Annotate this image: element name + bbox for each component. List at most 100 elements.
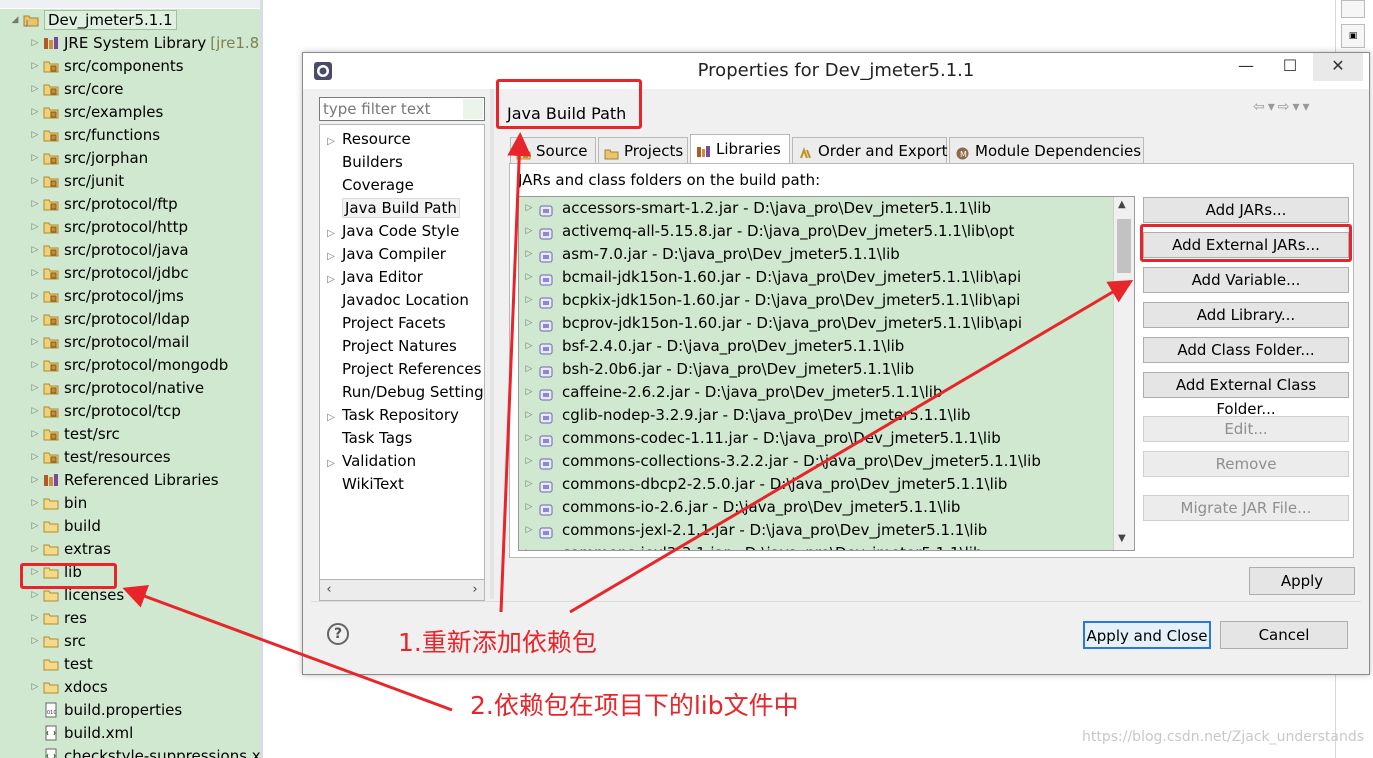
tree-item[interactable]: ▷ xdocs xyxy=(30,676,108,698)
list-item[interactable]: ▷ accessors-smart-1.2.jar - D:\java_pro\D… xyxy=(519,197,991,220)
tree-item[interactable]: ▷ src/protocol/tcp xyxy=(30,400,181,422)
tree-item[interactable]: ▷ JRE System Library [jre1.8. xyxy=(30,32,260,54)
collapsed-arrow-icon[interactable]: ▷ xyxy=(30,308,40,330)
outline-view-icon[interactable] xyxy=(1341,0,1365,18)
collapsed-arrow-icon[interactable]: ▷ xyxy=(30,354,40,376)
tree-item[interactable]: ▷ bin xyxy=(30,492,88,514)
maximize-button[interactable]: ☐ xyxy=(1267,53,1313,81)
collapsed-arrow-icon[interactable]: ▷ xyxy=(30,400,40,422)
list-item[interactable]: ▷ bsf-2.4.0.jar - D:\java_pro\Dev_jmeter5… xyxy=(519,335,905,358)
list-item[interactable]: ▷ bsh-2.0b6.jar - D:\java_pro\Dev_jmeter5… xyxy=(519,358,915,381)
cancel-button[interactable]: Cancel xyxy=(1220,621,1348,649)
collapsed-arrow-icon[interactable]: ▷ xyxy=(30,377,40,399)
collapsed-arrow-icon[interactable]: ▷ xyxy=(519,427,539,450)
tree-item[interactable]: ▷ src/protocol/native xyxy=(30,377,205,399)
list-item[interactable]: ▷ bcpkix-jdk15on-1.60.jar - D:\java_pro\D… xyxy=(519,289,1021,312)
collapsed-arrow-icon[interactable]: ▷ xyxy=(30,492,40,514)
minimize-button[interactable]: — xyxy=(1223,53,1269,81)
collapsed-arrow-icon[interactable]: ▷ xyxy=(30,331,40,353)
nav-item-java-build-path[interactable]: Java Build Path xyxy=(320,197,484,220)
collapsed-arrow-icon[interactable]: ▷ xyxy=(519,404,539,427)
list-item[interactable]: ▷ commons-collections-3.2.2.jar - D:\java… xyxy=(519,450,1041,473)
collapsed-arrow-icon[interactable]: ▷ xyxy=(519,519,539,542)
collapsed-arrow-icon[interactable]: ▷ xyxy=(519,473,539,496)
collapsed-arrow-icon[interactable]: ▷ xyxy=(30,147,40,169)
tree-item[interactable]: ▷ build xyxy=(30,515,101,537)
list-item[interactable]: ▷ commons-jexl3-3.1.jar - D:\java_pro\Dev… xyxy=(519,542,983,550)
nav-item-java-code-style[interactable]: ▷ Java Code Style xyxy=(320,220,484,243)
tree-item[interactable]: 010 build.properties xyxy=(30,699,182,721)
dialog-sash[interactable] xyxy=(490,89,494,599)
collapsed-arrow-icon[interactable]: ▷ xyxy=(320,268,342,289)
nav-item-wikitext[interactable]: WikiText xyxy=(320,473,484,496)
edit-button[interactable]: Edit... xyxy=(1143,416,1349,442)
tree-item[interactable]: ▷ src/junit xyxy=(30,170,125,192)
tree-item[interactable]: ▷ src/protocol/jdbc xyxy=(30,262,189,284)
nav-item-validation[interactable]: ▷ Validation xyxy=(320,450,484,473)
scroll-down-icon[interactable]: ▼ xyxy=(1118,533,1126,544)
property-page-tree[interactable]: ▷ Resource Builders Coverage Java Build Path… xyxy=(319,124,485,602)
dialog-title-bar[interactable]: Properties for Dev_jmeter5.1.1 — ☐ ✕ xyxy=(303,53,1369,89)
scroll-right-icon[interactable]: › xyxy=(466,580,484,600)
nav-item-project-references[interactable]: Project References xyxy=(320,358,484,381)
collapsed-arrow-icon[interactable]: ▷ xyxy=(30,193,40,215)
collapsed-arrow-icon[interactable]: ▷ xyxy=(30,170,40,192)
list-item[interactable]: ▷ cglib-nodep-3.2.9.jar - D:\java_pro\Dev… xyxy=(519,404,971,427)
help-icon[interactable]: ? xyxy=(327,623,349,645)
tab-projects[interactable]: Projects xyxy=(598,137,688,164)
list-item[interactable]: ▷ asm-7.0.jar - D:\java_pro\Dev_jmeter5.1… xyxy=(519,243,900,266)
add-jars-button[interactable]: Add JARs... xyxy=(1143,197,1349,223)
remove-button[interactable]: Remove xyxy=(1143,451,1349,477)
view-divider[interactable] xyxy=(260,0,263,758)
list-item[interactable]: ▷ commons-jexl-2.1.1.jar - D:\java_pro\De… xyxy=(519,519,988,542)
collapsed-arrow-icon[interactable]: ▷ xyxy=(320,222,342,243)
migrate-jar-button[interactable]: Migrate JAR File... xyxy=(1143,495,1349,521)
add-library-button[interactable]: Add Library... xyxy=(1143,302,1349,328)
tree-item[interactable]: ▷ src/jorphan xyxy=(30,147,149,169)
tree-item[interactable]: ▷ src/core xyxy=(30,78,124,100)
collapsed-arrow-icon[interactable]: ▷ xyxy=(30,55,40,77)
nav-item-task-repository[interactable]: ▷ Task Repository xyxy=(320,404,484,427)
apply-and-close-button[interactable]: Apply and Close xyxy=(1083,621,1211,649)
nav-item-builders[interactable]: Builders xyxy=(320,151,484,174)
tree-item[interactable]: checkstyle-suppressions.x xyxy=(30,745,260,758)
tree-item[interactable]: ▷ src/protocol/mail xyxy=(30,331,190,353)
collapsed-arrow-icon[interactable]: ▷ xyxy=(320,406,342,427)
collapsed-arrow-icon[interactable]: ▷ xyxy=(320,130,342,151)
add-external-class-folder-button[interactable]: Add External Class Folder... xyxy=(1143,372,1349,418)
tab-order-and-export[interactable]: Order and Export xyxy=(792,137,948,164)
tree-item[interactable]: ▷ src/functions xyxy=(30,124,161,146)
collapsed-arrow-icon[interactable]: ▷ xyxy=(519,243,539,266)
collapsed-arrow-icon[interactable]: ▷ xyxy=(519,496,539,519)
restore-view-icon[interactable]: ▣ xyxy=(1341,24,1365,48)
nav-item-coverage[interactable]: Coverage xyxy=(320,174,484,197)
nav-item-java-editor[interactable]: ▷ Java Editor xyxy=(320,266,484,289)
collapsed-arrow-icon[interactable]: ▷ xyxy=(30,676,40,698)
collapsed-arrow-icon[interactable]: ▷ xyxy=(30,101,40,123)
tree-item[interactable]: ▷ Referenced Libraries xyxy=(30,469,219,491)
collapsed-arrow-icon[interactable]: ▷ xyxy=(519,358,539,381)
tree-item[interactable]: ▷ src/protocol/ftp xyxy=(30,193,178,215)
tree-item[interactable]: ▷ res xyxy=(30,607,87,629)
tab-libraries[interactable]: Libraries xyxy=(690,134,790,164)
list-item[interactable]: ▷ bcprov-jdk15on-1.60.jar - D:\java_pro\D… xyxy=(519,312,1023,335)
collapsed-arrow-icon[interactable]: ▷ xyxy=(30,216,40,238)
tree-item[interactable]: ▷ test/resources xyxy=(30,446,171,468)
collapsed-arrow-icon[interactable]: ▷ xyxy=(320,452,342,473)
nav-item-task-tags[interactable]: Task Tags xyxy=(320,427,484,450)
filter-input[interactable] xyxy=(319,97,485,121)
list-item[interactable]: ▷ activemq-all-5.15.8.jar - D:\java_pro\D… xyxy=(519,220,1015,243)
list-item[interactable]: ▷ caffeine-2.6.2.jar - D:\java_pro\Dev_jm… xyxy=(519,381,943,404)
jar-list-scrollbar[interactable]: ▲ ▼ xyxy=(1113,197,1134,550)
tree-item[interactable]: ▷ src/protocol/jms xyxy=(30,285,184,307)
tree-item[interactable]: ▷ src/examples xyxy=(30,101,164,123)
nav-item-java-compiler[interactable]: ▷ Java Compiler xyxy=(320,243,484,266)
collapsed-arrow-icon[interactable]: ▷ xyxy=(30,538,40,560)
collapsed-arrow-icon[interactable]: ▷ xyxy=(519,197,539,220)
collapsed-arrow-icon[interactable]: ▷ xyxy=(519,289,539,312)
clear-filter-icon[interactable] xyxy=(463,99,483,119)
list-item[interactable]: ▷ commons-io-2.6.jar - D:\java_pro\Dev_jm… xyxy=(519,496,961,519)
tree-item[interactable]: ▷ src/protocol/http xyxy=(30,216,188,238)
collapsed-arrow-icon[interactable]: ▷ xyxy=(30,515,40,537)
collapsed-arrow-icon[interactable]: ▷ xyxy=(30,124,40,146)
